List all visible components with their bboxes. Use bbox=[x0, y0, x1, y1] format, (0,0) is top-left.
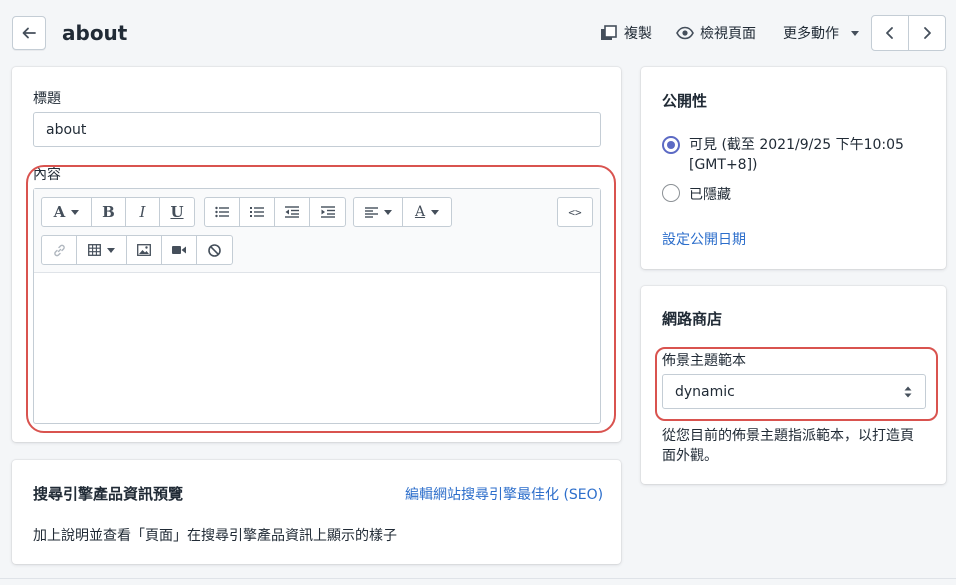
caret-down-icon bbox=[851, 30, 859, 36]
bold-button[interactable]: B bbox=[92, 198, 126, 226]
seo-description: 加上說明並查看「頁面」在搜尋引擎產品資訊上顯示的樣子 bbox=[33, 528, 397, 544]
text-color-button[interactable]: A bbox=[403, 198, 451, 226]
hidden-label[interactable]: 已隱藏 bbox=[689, 184, 731, 204]
italic-button[interactable]: I bbox=[126, 198, 160, 226]
underline-button[interactable]: U bbox=[160, 198, 194, 226]
template-label: 佈景主題範本 bbox=[662, 353, 746, 369]
font-icon: A bbox=[53, 203, 66, 221]
text-format-group: A B I U bbox=[41, 197, 195, 227]
duplicate-label: 複製 bbox=[624, 26, 652, 42]
set-publish-date-link[interactable]: 設定公開日期 bbox=[662, 229, 746, 249]
eye-icon bbox=[676, 26, 694, 40]
template-help-line2: 面外觀。 bbox=[662, 448, 718, 464]
italic-icon: I bbox=[139, 203, 146, 221]
underline-icon: U bbox=[170, 203, 184, 221]
table-icon bbox=[88, 244, 101, 256]
align-left-icon bbox=[364, 206, 378, 218]
align-button[interactable] bbox=[354, 198, 403, 226]
video-icon bbox=[172, 246, 186, 254]
indent-icon bbox=[320, 206, 335, 218]
chevron-left-icon bbox=[885, 27, 893, 39]
html-group: <> bbox=[557, 197, 593, 227]
chevron-right-icon bbox=[923, 27, 931, 39]
bold-icon: B bbox=[102, 203, 115, 221]
seo-title: 搜尋引擎產品資訊預覽 bbox=[33, 485, 184, 503]
more-actions-button[interactable]: 更多動作 bbox=[783, 22, 859, 44]
clear-format-button[interactable] bbox=[197, 236, 232, 264]
outdent-icon bbox=[285, 206, 299, 218]
divider bbox=[0, 578, 956, 579]
caret-down-icon bbox=[431, 209, 440, 215]
indent-button[interactable] bbox=[310, 198, 345, 226]
page-title: about bbox=[62, 21, 128, 45]
template-select[interactable]: dynamic bbox=[662, 374, 926, 409]
caret-down-icon bbox=[107, 247, 115, 253]
visibility-title: 公開性 bbox=[662, 92, 708, 110]
title-input[interactable]: about bbox=[33, 112, 601, 147]
arrow-left-icon bbox=[22, 27, 36, 39]
select-arrows-icon bbox=[904, 386, 912, 397]
duplicate-button[interactable]: 複製 bbox=[600, 22, 652, 44]
more-actions-label: 更多動作 bbox=[783, 26, 839, 42]
back-button[interactable] bbox=[12, 16, 46, 50]
caret-down-icon bbox=[383, 209, 392, 215]
seo-card bbox=[12, 460, 621, 564]
view-page-label: 檢視頁面 bbox=[700, 26, 756, 42]
content-label: 內容 bbox=[33, 167, 61, 183]
title-input-value: about bbox=[46, 121, 87, 138]
html-source-button[interactable]: <> bbox=[558, 198, 592, 226]
insert-group bbox=[41, 235, 233, 265]
pagination bbox=[871, 15, 946, 51]
template-help-text: 從您目前的佈景主題指派範本，以打造頁 面外觀。 bbox=[662, 426, 914, 466]
title-label: 標題 bbox=[33, 91, 61, 107]
editor-body[interactable] bbox=[34, 274, 600, 423]
caret-down-icon bbox=[71, 209, 80, 215]
numbered-list-button[interactable] bbox=[240, 198, 275, 226]
bullet-list-button[interactable] bbox=[205, 198, 240, 226]
visible-radio[interactable] bbox=[662, 136, 680, 154]
text-color-icon: A bbox=[414, 204, 426, 220]
outdent-button[interactable] bbox=[275, 198, 310, 226]
visible-label-line2: [GMT+8]) bbox=[689, 157, 758, 173]
code-icon: <> bbox=[568, 205, 582, 219]
video-button[interactable] bbox=[162, 236, 197, 264]
alignment-group: A bbox=[353, 197, 452, 227]
edit-seo-link[interactable]: 編輯網站搜尋引擎最佳化 (SEO) bbox=[405, 484, 603, 504]
link-button[interactable] bbox=[42, 236, 77, 264]
link-icon bbox=[53, 244, 65, 256]
visible-label[interactable]: 可見 (截至 2021/9/25 下午10:05 [GMT+8]) bbox=[689, 135, 904, 175]
list-group bbox=[204, 197, 346, 227]
template-help-line1: 從您目前的佈景主題指派範本，以打造頁 bbox=[662, 428, 914, 444]
table-button[interactable] bbox=[77, 236, 127, 264]
block-icon bbox=[208, 243, 221, 257]
font-button[interactable]: A bbox=[42, 198, 92, 226]
numbered-list-icon bbox=[250, 207, 264, 217]
editor-toolbar: A B I U A <> bbox=[34, 189, 600, 273]
image-icon bbox=[137, 244, 151, 256]
online-store-title: 網路商店 bbox=[662, 310, 723, 328]
page-header: about 複製 檢視頁面 更多動作 bbox=[0, 0, 956, 66]
view-page-button[interactable]: 檢視頁面 bbox=[676, 22, 756, 44]
next-page-button[interactable] bbox=[909, 16, 946, 50]
duplicate-icon bbox=[601, 25, 617, 40]
image-button[interactable] bbox=[127, 236, 162, 264]
hidden-radio[interactable] bbox=[662, 184, 680, 202]
template-select-value: dynamic bbox=[675, 383, 735, 400]
previous-page-button[interactable] bbox=[872, 16, 909, 50]
bullet-list-icon bbox=[215, 206, 229, 218]
visible-label-line1: 可見 (截至 2021/9/25 下午10:05 bbox=[689, 137, 904, 153]
rich-text-editor: A B I U A <> bbox=[33, 188, 601, 424]
